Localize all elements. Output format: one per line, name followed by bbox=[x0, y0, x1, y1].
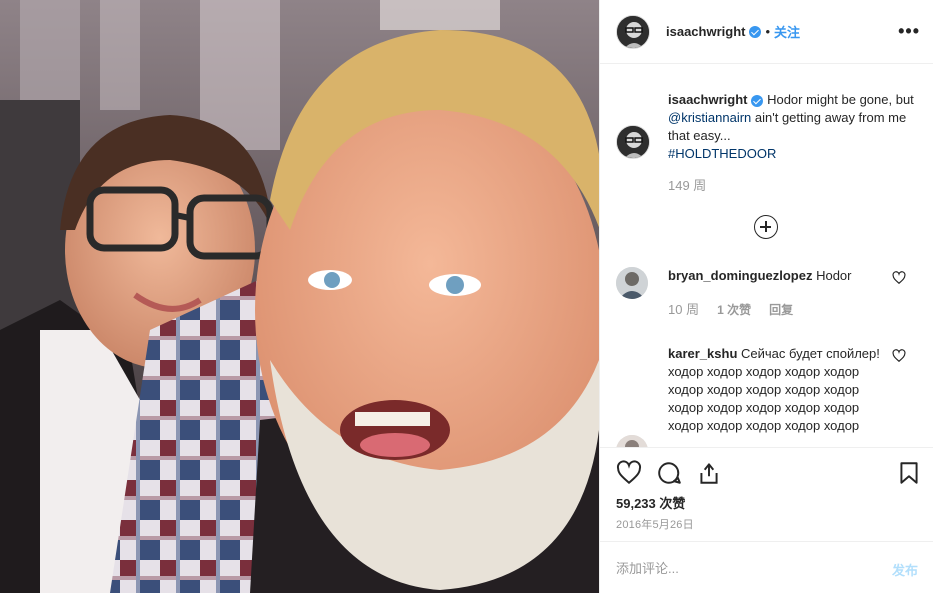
caption-timestamp[interactable]: 149 周 bbox=[668, 177, 914, 195]
comment-heart-icon[interactable] bbox=[892, 271, 906, 285]
load-more-comments-icon[interactable] bbox=[754, 215, 778, 239]
verified-badge-icon bbox=[751, 94, 764, 107]
caption-hashtag-link[interactable]: #HOLDTHEDOOR bbox=[668, 146, 776, 161]
reply-button[interactable]: 回复 bbox=[769, 301, 793, 319]
post-comment-button[interactable]: 发布 bbox=[892, 560, 918, 579]
header-username[interactable]: isaachwright bbox=[666, 24, 745, 39]
comment-meta: 10 周 1 次赞 回复 bbox=[668, 301, 888, 319]
action-bar bbox=[600, 447, 933, 495]
post-date[interactable]: 2016年5月26日 bbox=[616, 516, 694, 532]
post-side-panel: isaachwright • 关注 ••• isaachwright Hodor… bbox=[599, 0, 933, 593]
selfie-image bbox=[0, 0, 599, 593]
comment-timestamp[interactable]: 10 周 bbox=[668, 301, 699, 319]
comment-username[interactable]: bryan_dominguezlopez bbox=[668, 268, 812, 283]
share-icon[interactable] bbox=[696, 460, 722, 486]
comment-avatar[interactable] bbox=[616, 435, 648, 447]
likes-count[interactable]: 59,233 次赞 bbox=[616, 493, 685, 512]
comment-text-line: ходор ходор ходор ходор ходор bbox=[668, 418, 860, 433]
avatar[interactable] bbox=[616, 14, 650, 49]
comments-list[interactable]: isaachwright Hodor might be gone, but @k… bbox=[600, 65, 933, 447]
header-separator: • bbox=[765, 24, 771, 39]
avatar-image bbox=[616, 435, 648, 447]
avatar-image bbox=[617, 126, 649, 158]
comment-form: 发布 bbox=[600, 541, 933, 593]
comment-text: Сейчас будет спойлер! bbox=[737, 346, 880, 361]
avatar-image bbox=[617, 15, 649, 48]
comment-input[interactable] bbox=[616, 556, 866, 580]
more-options-icon[interactable]: ••• bbox=[898, 22, 920, 40]
caption-text: isaachwright Hodor might be gone, but @k… bbox=[668, 91, 914, 195]
comment-username[interactable]: karer_kshu bbox=[668, 346, 737, 361]
comment-heart-icon[interactable] bbox=[892, 349, 906, 363]
caption-mention-link[interactable]: @kristiannairn bbox=[668, 110, 751, 125]
bookmark-icon[interactable] bbox=[896, 460, 922, 486]
comment-icon[interactable] bbox=[656, 460, 682, 486]
comment-text-line: ходор ходор ходор ходор ходор bbox=[668, 364, 860, 379]
verified-badge-icon bbox=[749, 25, 762, 38]
caption-body-start: Hodor might be gone, but bbox=[763, 92, 914, 107]
post-photo[interactable] bbox=[0, 0, 599, 593]
follow-button[interactable]: 关注 bbox=[774, 22, 800, 41]
comment-text-line: ходор ходор ходор ходор ходор bbox=[668, 400, 860, 415]
heart-icon[interactable] bbox=[616, 460, 642, 486]
comment-avatar[interactable] bbox=[616, 267, 648, 299]
caption-avatar[interactable] bbox=[616, 125, 650, 159]
caption-username[interactable]: isaachwright bbox=[668, 92, 747, 107]
comment-body: bryan_dominguezlopez Hodor 10 周 1 次赞 回复 bbox=[668, 267, 888, 319]
comment-text-line: ходор ходор ходор ходор ходор bbox=[668, 382, 860, 397]
comment-body: karer_kshu Сейчас будет спойлер! ходор х… bbox=[668, 345, 888, 435]
comment-likes-link[interactable]: 1 次赞 bbox=[717, 301, 751, 319]
post-header: isaachwright • 关注 ••• bbox=[600, 0, 933, 64]
avatar[interactable] bbox=[616, 125, 650, 159]
comment-text: Hodor bbox=[812, 268, 852, 283]
avatar-image bbox=[616, 267, 648, 299]
